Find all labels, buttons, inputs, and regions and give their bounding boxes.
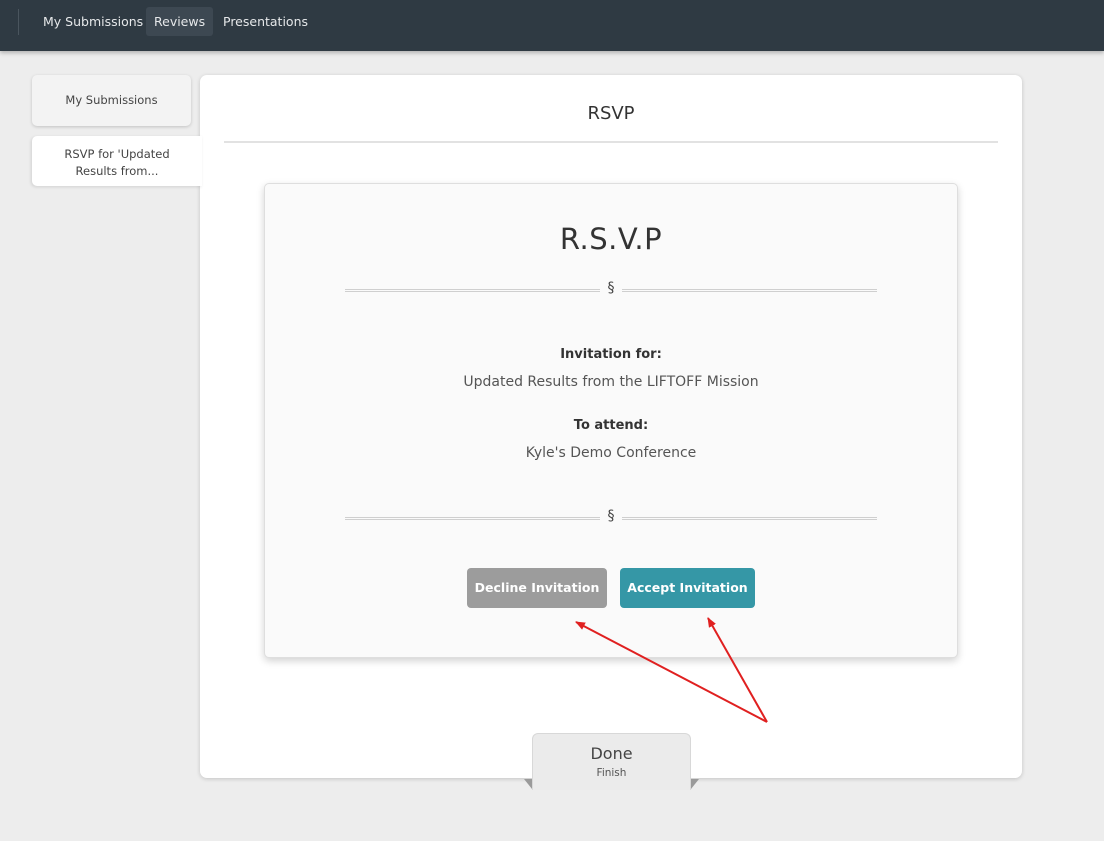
- rsvp-card-title: R.S.V.P: [559, 222, 663, 256]
- divider-line: [622, 289, 877, 292]
- section-sign-icon: §: [607, 280, 615, 296]
- nav-separator: [18, 9, 19, 35]
- ribbon-fold-left: [524, 779, 532, 789]
- rsvp-card: R.S.V.P § Invitation for: Updated Result…: [264, 183, 958, 658]
- attend-label: To attend:: [573, 418, 649, 433]
- divider-line: [345, 517, 600, 520]
- title-divider: [224, 141, 998, 143]
- accept-invitation-button[interactable]: Accept Invitation: [620, 568, 755, 608]
- main-panel: RSVP R.S.V.P § Invitation for: Updated R…: [200, 75, 1022, 778]
- divider-line: [345, 289, 600, 292]
- nav-my-submissions[interactable]: My Submissions: [35, 7, 151, 36]
- nav-reviews[interactable]: Reviews: [146, 7, 214, 36]
- ornament-divider-bottom: §: [345, 508, 877, 525]
- page-title: RSVP: [587, 103, 635, 124]
- ribbon-fold-right: [691, 779, 699, 789]
- done-step-subtitle: Finish: [596, 767, 627, 779]
- divider-line: [622, 517, 877, 520]
- section-sign-icon: §: [607, 508, 615, 524]
- sidebar-tab-rsvp[interactable]: RSVP for 'Updated Results from...: [32, 136, 202, 186]
- top-navigation-bar: My Submissions Reviews Presentations: [0, 0, 1104, 51]
- ornament-divider-top: §: [345, 280, 877, 297]
- done-step-tab[interactable]: Done Finish: [532, 733, 691, 790]
- invitation-label: Invitation for:: [560, 347, 662, 362]
- decline-invitation-button[interactable]: Decline Invitation: [467, 568, 607, 608]
- invitation-value: Updated Results from the LIFTOFF Mission: [463, 374, 759, 390]
- done-step-title: Done: [590, 744, 633, 763]
- attend-value: Kyle's Demo Conference: [525, 445, 697, 461]
- nav-presentations[interactable]: Presentations: [215, 7, 316, 36]
- sidebar-tab-my-submissions[interactable]: My Submissions: [32, 75, 191, 126]
